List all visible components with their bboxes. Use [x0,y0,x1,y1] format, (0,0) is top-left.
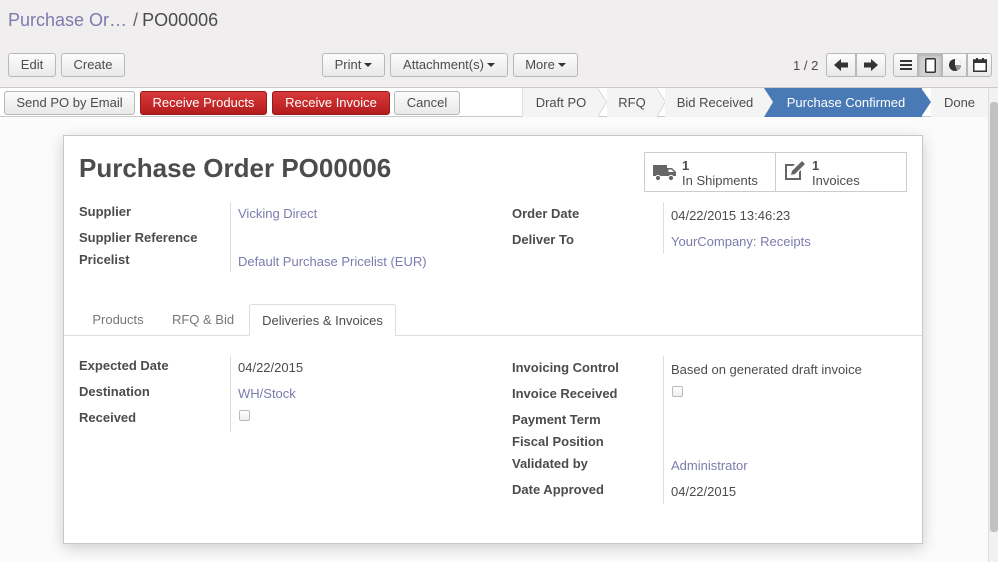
tab-products[interactable]: Products [79,304,157,336]
statusbar: Send PO by Email Receive Products Receiv… [0,88,988,117]
received-label: Received [79,410,137,425]
invoicing-control-label: Invoicing Control [512,360,619,375]
breadcrumb-separator: / [133,10,139,30]
form-sheet [63,135,923,544]
list-view-icon [899,60,912,70]
stage-bid-received[interactable]: Bid Received [665,88,765,117]
validated-by-field[interactable]: Administrator [671,458,748,473]
fiscal-position-label: Fiscal Position [512,434,604,449]
caret-down-icon [364,62,373,67]
field-divider [230,202,231,272]
print-label: Print [334,57,362,72]
more-label: More [525,57,555,72]
stage-purchase-confirmed[interactable]: Purchase Confirmed [764,88,922,117]
arrow-left-icon [834,59,848,71]
in-shipments-smart-button[interactable]: 1 In Shipments [644,152,776,192]
field-divider [663,356,664,504]
stage-separator [921,88,931,117]
print-dropdown-button[interactable]: Print [322,53,385,77]
invoicing-control-field[interactable]: Based on generated draft invoice [671,362,862,377]
breadcrumb-parent-link[interactable]: Purchase Or… [8,10,127,30]
field-divider [230,356,231,432]
order-date-label: Order Date [512,206,580,221]
date-approved-label: Date Approved [512,482,604,497]
breadcrumb-current: PO00006 [142,10,219,30]
deliver-to-label: Deliver To [512,232,574,247]
stage-separator [764,88,773,117]
stage-draft-po[interactable]: Draft PO [522,88,599,117]
supplier-field[interactable]: Vicking Direct [238,206,317,221]
supplier-label: Supplier [79,204,132,219]
title-prefix: Purchase Order [79,153,275,183]
pricelist-label: Pricelist [79,252,130,267]
control-panel: Purchase Or… / PO00006 Edit Create Print A… [0,0,998,88]
calendar-view-button[interactable] [967,53,992,77]
caret-down-icon [486,62,495,67]
invoice-received-checkbox[interactable] [672,386,683,397]
attachments-dropdown-button[interactable]: Attachment(s) [390,53,508,77]
truck-icon [653,165,676,182]
create-button[interactable]: Create [61,53,125,77]
supplier-reference-label: Supplier Reference [79,230,198,245]
edit-button[interactable]: Edit [8,53,56,77]
in-shipments-count: 1 [682,158,690,173]
edit-icon [785,161,805,180]
caret-down-icon [557,62,566,67]
tab-deliveries-and-invoices[interactable]: Deliveries & Invoices [249,304,396,336]
calendar-view-icon [972,58,987,72]
in-shipments-label: In Shipments [682,173,758,188]
invoices-label: Invoices [812,173,860,188]
more-dropdown-button[interactable]: More [513,53,578,77]
destination-field[interactable]: WH/Stock [238,386,296,401]
form-view-icon [924,57,936,73]
validated-by-label: Validated by [512,456,588,471]
expected-date-label: Expected Date [79,358,169,373]
receive-products-button[interactable]: Receive Products [140,91,267,115]
stage-separator [656,88,665,117]
expected-date-field[interactable]: 04/22/2015 [238,360,303,375]
pager-value[interactable]: 1 / 2 [793,58,818,73]
invoice-received-label: Invoice Received [512,386,618,401]
field-divider [663,202,664,254]
tab-rfq-and-bid[interactable]: RFQ & Bid [160,304,246,336]
payment-term-label: Payment Term [512,412,601,427]
stage-separator [597,88,606,117]
invoices-smart-button[interactable]: 1 Invoices [775,152,907,192]
stage-done[interactable]: Done [931,88,988,117]
cancel-button[interactable]: Cancel [394,91,460,115]
graph-view-icon [948,59,961,71]
arrow-right-icon [864,59,878,71]
page-title: Purchase Order PO00006 [79,153,391,184]
title-reference: PO00006 [281,153,392,183]
list-view-button[interactable] [893,53,918,77]
invoices-count: 1 [812,158,820,173]
pager-previous-button[interactable] [826,53,856,77]
send-po-by-email-button[interactable]: Send PO by Email [4,91,135,115]
pager-next-button[interactable] [856,53,886,77]
breadcrumb: Purchase Or… / PO00006 [8,10,218,31]
form-view-button[interactable] [918,53,942,77]
order-date-field[interactable]: 04/22/2015 13:46:23 [671,208,790,223]
graph-view-button[interactable] [942,53,967,77]
vertical-scrollbar[interactable] [988,88,998,562]
stage-rfq[interactable]: RFQ [607,88,657,117]
attachments-label: Attachment(s) [403,57,484,72]
pricelist-field[interactable]: Default Purchase Pricelist (EUR) [238,254,427,269]
date-approved-field[interactable]: 04/22/2015 [671,484,736,499]
destination-label: Destination [79,384,150,399]
received-checkbox[interactable] [239,410,250,421]
scrollbar-thumb[interactable] [990,102,998,532]
receive-invoice-button[interactable]: Receive Invoice [272,91,390,115]
deliver-to-field[interactable]: YourCompany: Receipts [671,234,811,249]
